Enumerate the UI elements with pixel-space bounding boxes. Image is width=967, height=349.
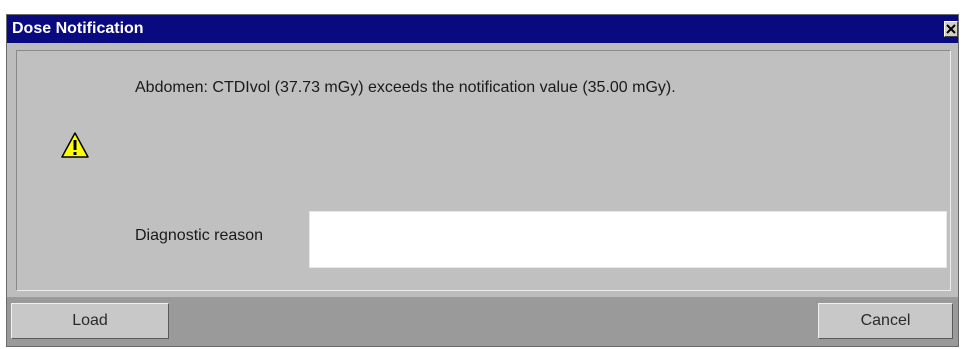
- load-button[interactable]: Load: [11, 303, 169, 339]
- close-button[interactable]: [944, 21, 958, 37]
- window-title: Dose Notification: [12, 20, 144, 37]
- button-bar: Load Cancel: [7, 297, 958, 346]
- diagnostic-reason-input[interactable]: [309, 211, 947, 268]
- message-panel: Abdomen: CTDIvol (37.73 mGy) exceeds the…: [16, 50, 951, 291]
- diagnostic-reason-label: Diagnostic reason: [135, 227, 264, 244]
- title-bar[interactable]: Dose Notification: [7, 15, 958, 43]
- notification-message: Abdomen: CTDIvol (37.73 mGy) exceeds the…: [135, 79, 676, 96]
- dose-notification-dialog: Dose Notification Abdomen: CTDIvol (37.7…: [6, 14, 959, 347]
- close-icon: [946, 24, 956, 34]
- cancel-button[interactable]: Cancel: [818, 303, 953, 339]
- warning-icon: [60, 131, 90, 159]
